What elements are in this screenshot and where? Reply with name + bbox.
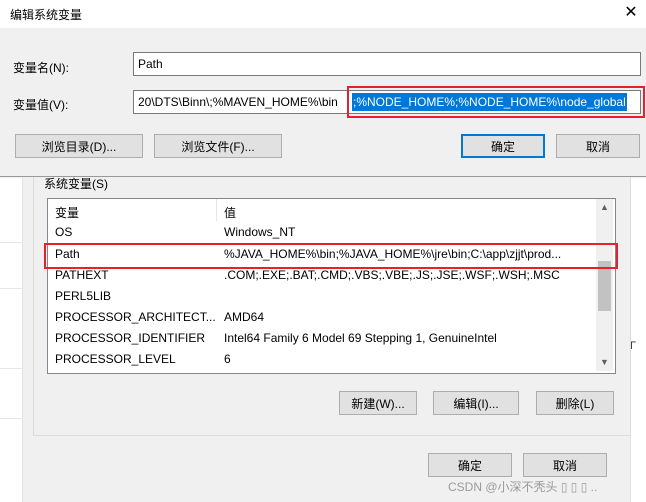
variable-value: 6 <box>224 352 231 366</box>
variable-name-label: 变量名(N): <box>13 61 69 75</box>
variable-name: PATHEXT <box>55 268 109 282</box>
variable-name-input[interactable]: Path <box>133 52 641 76</box>
browse-file-button[interactable]: 浏览文件(F)... <box>154 134 282 158</box>
background-window-strip <box>0 178 23 502</box>
variable-name: PROCESSOR_LEVEL <box>55 352 176 366</box>
variable-name: PROCESSOR_ARCHITECT... <box>55 310 216 324</box>
variable-value: .COM;.EXE;.BAT;.CMD;.VBS;.VBE;.JS;.JSE;.… <box>224 268 560 282</box>
variable-name: OS <box>55 225 73 239</box>
table-row[interactable]: PROCESSOR_ARCHITECT... AMD64 <box>48 307 596 328</box>
dialog-title: 编辑系统变量 <box>10 8 83 22</box>
ok-button[interactable]: 确定 <box>461 134 545 158</box>
scroll-up-icon[interactable]: ▲ <box>596 199 613 216</box>
table-row[interactable]: PROCESSOR_IDENTIFIER Intel64 Family 6 Mo… <box>48 328 596 349</box>
column-header-variable[interactable]: 变量 <box>55 204 79 221</box>
variable-name: PERL5LIB <box>55 289 112 303</box>
table-row[interactable]: OS Windows_NT <box>48 222 596 243</box>
list-scrollbar[interactable]: ▲ ▼ <box>596 199 613 371</box>
cancel-button[interactable]: 取消 <box>556 134 640 158</box>
variable-value-label: 变量值(V): <box>13 98 69 112</box>
system-variables-list[interactable]: 变量 值 OS Windows_NT Path %JAVA_HOME%\bin;… <box>47 198 616 374</box>
scroll-down-icon[interactable]: ▼ <box>596 354 613 371</box>
watermark: CSDN @小深不秃头 ▯ ▯ ▯ .. <box>448 480 598 494</box>
column-header-value[interactable]: 值 <box>224 204 236 221</box>
table-row[interactable]: PERL5LIB <box>48 286 596 307</box>
cancel-button[interactable]: 取消 <box>523 453 607 477</box>
table-row[interactable]: PROCESSOR_LEVEL 6 <box>48 349 596 370</box>
delete-variable-button[interactable]: 删除(L) <box>536 391 614 415</box>
system-variables-label: 系统变量(S) <box>42 175 110 192</box>
annotation-box-selected-value <box>347 86 645 118</box>
variable-name-value: Path <box>138 57 163 71</box>
browse-directory-button[interactable]: 浏览目录(D)... <box>15 134 143 158</box>
list-header: 变量 值 <box>48 199 596 221</box>
close-icon[interactable]: ✕ <box>616 0 646 28</box>
ok-button[interactable]: 确定 <box>428 453 512 477</box>
variable-value: Windows_NT <box>224 225 296 239</box>
variable-value: AMD64 <box>224 310 265 324</box>
variable-value: Intel64 Family 6 Model 69 Stepping 1, Ge… <box>224 331 497 345</box>
new-variable-button[interactable]: 新建(W)... <box>339 391 417 415</box>
annotation-box-path-row <box>44 243 618 269</box>
edit-variable-button[interactable]: 编辑(I)... <box>433 391 519 415</box>
variable-name: PROCESSOR_IDENTIFIER <box>55 331 206 345</box>
title-bar[interactable]: 编辑系统变量 ✕ <box>0 0 646 28</box>
variable-value-text: 20\DTS\Binn\;%MAVEN_HOME%\bin <box>138 95 338 109</box>
